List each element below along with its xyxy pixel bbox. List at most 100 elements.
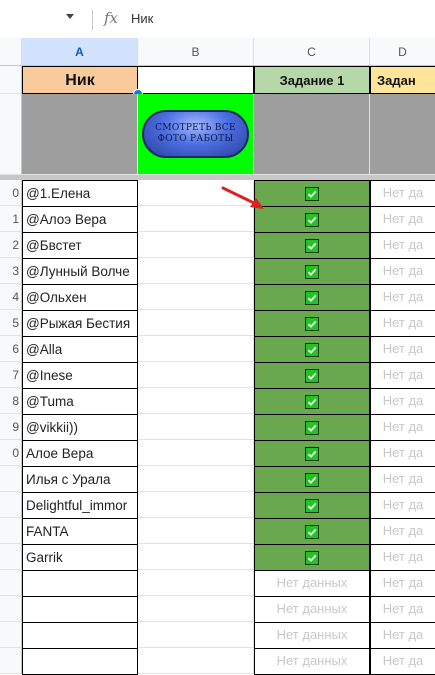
empty-cell[interactable] <box>138 284 254 310</box>
task2-cell[interactable]: Нет да <box>370 362 435 389</box>
task1-cell[interactable]: Нет данных <box>254 622 370 649</box>
row-header[interactable] <box>0 518 22 544</box>
nick-cell[interactable]: @Рыжая Бестия <box>22 310 138 337</box>
nick-cell[interactable] <box>22 570 138 597</box>
photo-button-cell[interactable]: СМОТРЕТЬ ВСЕ ФОТО РАБОТЫ <box>138 94 254 175</box>
nick-cell[interactable] <box>22 596 138 623</box>
nick-cell[interactable]: @1.Елена <box>22 180 138 207</box>
nick-cell[interactable]: FANTA <box>22 518 138 545</box>
empty-cell[interactable] <box>138 570 254 596</box>
empty-cell[interactable] <box>138 258 254 284</box>
nick-header-cell[interactable]: Ник <box>22 66 138 94</box>
task2-cell[interactable]: Нет да <box>370 206 435 233</box>
task1-cell[interactable] <box>254 544 370 571</box>
row-header[interactable] <box>0 648 22 674</box>
nick-cell[interactable]: @Ольхен <box>22 284 138 311</box>
column-header-b[interactable]: B <box>138 38 254 66</box>
row-header[interactable]: 7 <box>0 362 22 388</box>
row-header[interactable] <box>0 622 22 648</box>
task2-header-cell[interactable]: Задан <box>370 66 435 94</box>
empty-cell[interactable] <box>138 362 254 388</box>
empty-cell[interactable] <box>138 518 254 544</box>
nick-cell[interactable]: Delightful_immor <box>22 492 138 519</box>
task2-cell[interactable]: Нет да <box>370 388 435 415</box>
row-header[interactable]: 6 <box>0 336 22 362</box>
empty-cell[interactable] <box>138 596 254 622</box>
checkbox-checked-icon[interactable] <box>305 264 319 279</box>
task1-cell[interactable] <box>254 440 370 467</box>
task1-cell[interactable] <box>254 258 370 285</box>
empty-header-cell[interactable] <box>138 66 254 94</box>
select-all-corner[interactable] <box>0 38 22 66</box>
nick-cell[interactable]: Илья с Урала <box>22 466 138 493</box>
checkbox-checked-icon[interactable] <box>305 212 319 227</box>
task2-cell[interactable]: Нет да <box>370 180 435 207</box>
task2-cell[interactable]: Нет да <box>370 440 435 467</box>
checkbox-checked-icon[interactable] <box>305 394 319 409</box>
empty-cell[interactable] <box>138 544 254 570</box>
column-header-c[interactable]: C <box>254 38 370 66</box>
row-header[interactable]: 3 <box>0 258 22 284</box>
task1-cell[interactable] <box>254 492 370 519</box>
name-box-dropdown-icon[interactable] <box>66 14 74 19</box>
row-header[interactable] <box>0 596 22 622</box>
empty-cell[interactable] <box>138 336 254 362</box>
task2-cell[interactable]: Нет да <box>370 414 435 441</box>
task2-cell[interactable]: Нет да <box>370 284 435 311</box>
checkbox-checked-icon[interactable] <box>305 186 319 201</box>
nick-cell[interactable] <box>22 648 138 675</box>
checkbox-checked-icon[interactable] <box>305 446 319 461</box>
nick-cell[interactable] <box>22 622 138 649</box>
row-header[interactable]: 4 <box>0 284 22 310</box>
row-header[interactable] <box>0 466 22 492</box>
checkbox-checked-icon[interactable] <box>305 472 319 487</box>
task2-cell[interactable]: Нет да <box>370 492 435 519</box>
task2-cell[interactable]: Нет да <box>370 596 435 623</box>
view-all-photos-button[interactable]: СМОТРЕТЬ ВСЕ ФОТО РАБОТЫ <box>142 110 249 158</box>
checkbox-checked-icon[interactable] <box>305 316 319 331</box>
empty-cell[interactable] <box>138 622 254 648</box>
task2-cell[interactable]: Нет да <box>370 466 435 493</box>
nick-cell[interactable]: Garrik <box>22 544 138 571</box>
row-header[interactable]: 9 <box>0 414 22 440</box>
task2-cell[interactable]: Нет да <box>370 570 435 597</box>
checkbox-checked-icon[interactable] <box>305 290 319 305</box>
row-header[interactable]: 8 <box>0 388 22 414</box>
nick-cell[interactable]: @vikkii)) <box>22 414 138 441</box>
empty-cell[interactable] <box>138 310 254 336</box>
row-header[interactable]: 1 <box>0 206 22 232</box>
row-header[interactable]: 0 <box>0 180 22 206</box>
row-header[interactable] <box>0 544 22 570</box>
task1-cell[interactable] <box>254 232 370 259</box>
task1-cell[interactable] <box>254 414 370 441</box>
empty-cell[interactable] <box>138 466 254 492</box>
empty-cell[interactable] <box>138 492 254 518</box>
checkbox-checked-icon[interactable] <box>305 420 319 435</box>
task1-header-cell[interactable]: Задание 1 <box>254 66 370 94</box>
nick-cell[interactable]: @Лунный Волче <box>22 258 138 285</box>
checkbox-checked-icon[interactable] <box>305 238 319 253</box>
empty-cell[interactable] <box>138 648 254 674</box>
task1-cell[interactable] <box>254 466 370 493</box>
task1-cell[interactable] <box>254 362 370 389</box>
empty-cell[interactable] <box>138 414 254 440</box>
task2-cell[interactable]: Нет да <box>370 648 435 675</box>
checkbox-checked-icon[interactable] <box>305 342 319 357</box>
empty-cell[interactable] <box>138 440 254 466</box>
task1-cell[interactable] <box>254 310 370 337</box>
row-header[interactable] <box>0 570 22 596</box>
nick-cell[interactable]: @Бвстет <box>22 232 138 259</box>
task2-cell[interactable]: Нет да <box>370 336 435 363</box>
task2-cell[interactable]: Нет да <box>370 310 435 337</box>
column-header-d[interactable]: D <box>370 38 435 66</box>
task2-cell[interactable]: Нет да <box>370 622 435 649</box>
task1-cell[interactable] <box>254 284 370 311</box>
grey-cell[interactable] <box>254 94 370 175</box>
empty-cell[interactable] <box>138 232 254 258</box>
task2-cell[interactable]: Нет да <box>370 518 435 545</box>
task1-cell[interactable]: Нет данных <box>254 648 370 675</box>
task1-cell[interactable] <box>254 336 370 363</box>
task1-cell[interactable]: Нет данных <box>254 596 370 623</box>
grey-cell[interactable] <box>370 94 435 175</box>
task1-cell[interactable] <box>254 518 370 545</box>
